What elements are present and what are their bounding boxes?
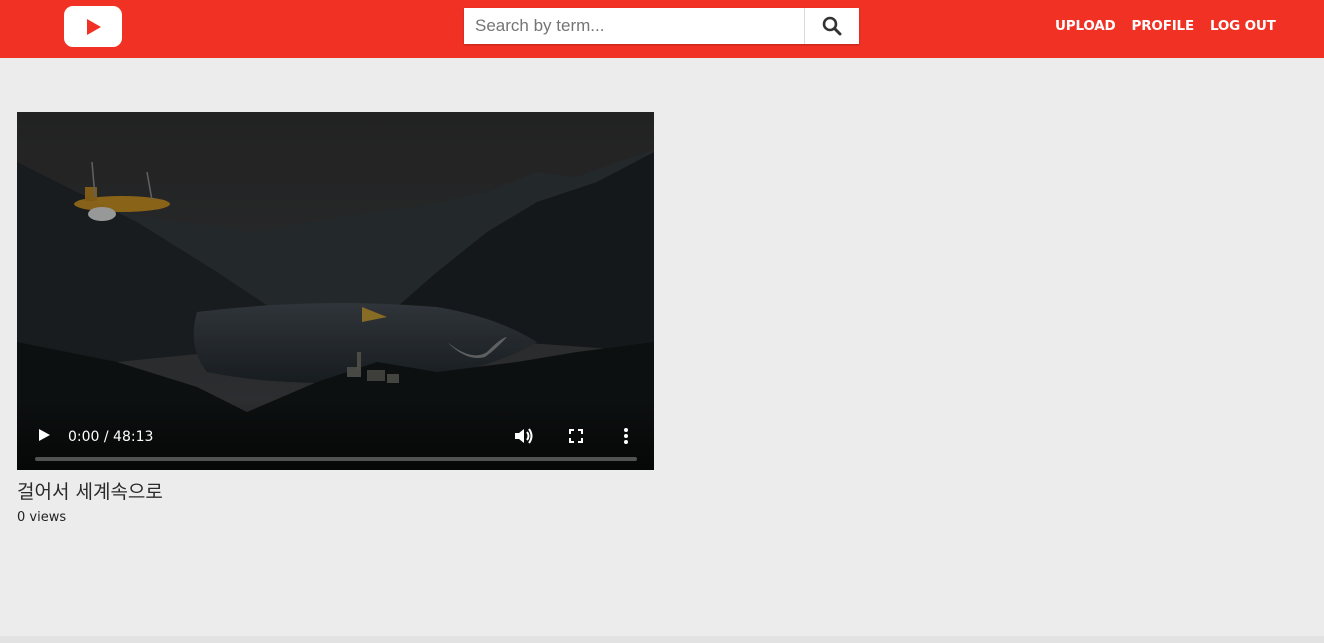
logout-link[interactable]: LOG OUT — [1210, 18, 1276, 34]
video-title[interactable]: 걸어서 세계속으로 — [17, 480, 654, 504]
search-icon — [822, 16, 842, 36]
video-time: 0:00 / 48:13 — [68, 429, 154, 445]
more-options-icon[interactable] — [623, 427, 629, 445]
header-nav: UPLOAD PROFILE LOG OUT — [1055, 0, 1292, 52]
video-controls: 0:00 / 48:13 — [17, 400, 654, 470]
video-card: 0:00 / 48:13 걸어서 세계속으로 0 views — [17, 112, 654, 525]
video-progress-bar[interactable] — [35, 457, 637, 461]
page-bottom-bar — [0, 636, 1324, 643]
top-header: UPLOAD PROFILE LOG OUT — [0, 0, 1324, 58]
play-logo-icon — [87, 18, 101, 35]
logo[interactable] — [64, 6, 122, 47]
upload-link[interactable]: UPLOAD — [1055, 18, 1116, 34]
volume-icon[interactable] — [514, 427, 534, 445]
search-bar — [464, 8, 859, 44]
fullscreen-icon[interactable] — [568, 428, 584, 444]
video-views: 0 views — [17, 510, 67, 525]
search-input[interactable] — [464, 8, 804, 44]
video-player[interactable]: 0:00 / 48:13 — [17, 112, 654, 470]
profile-link[interactable]: PROFILE — [1132, 18, 1195, 34]
search-button[interactable] — [804, 8, 859, 44]
play-icon[interactable] — [37, 428, 51, 442]
